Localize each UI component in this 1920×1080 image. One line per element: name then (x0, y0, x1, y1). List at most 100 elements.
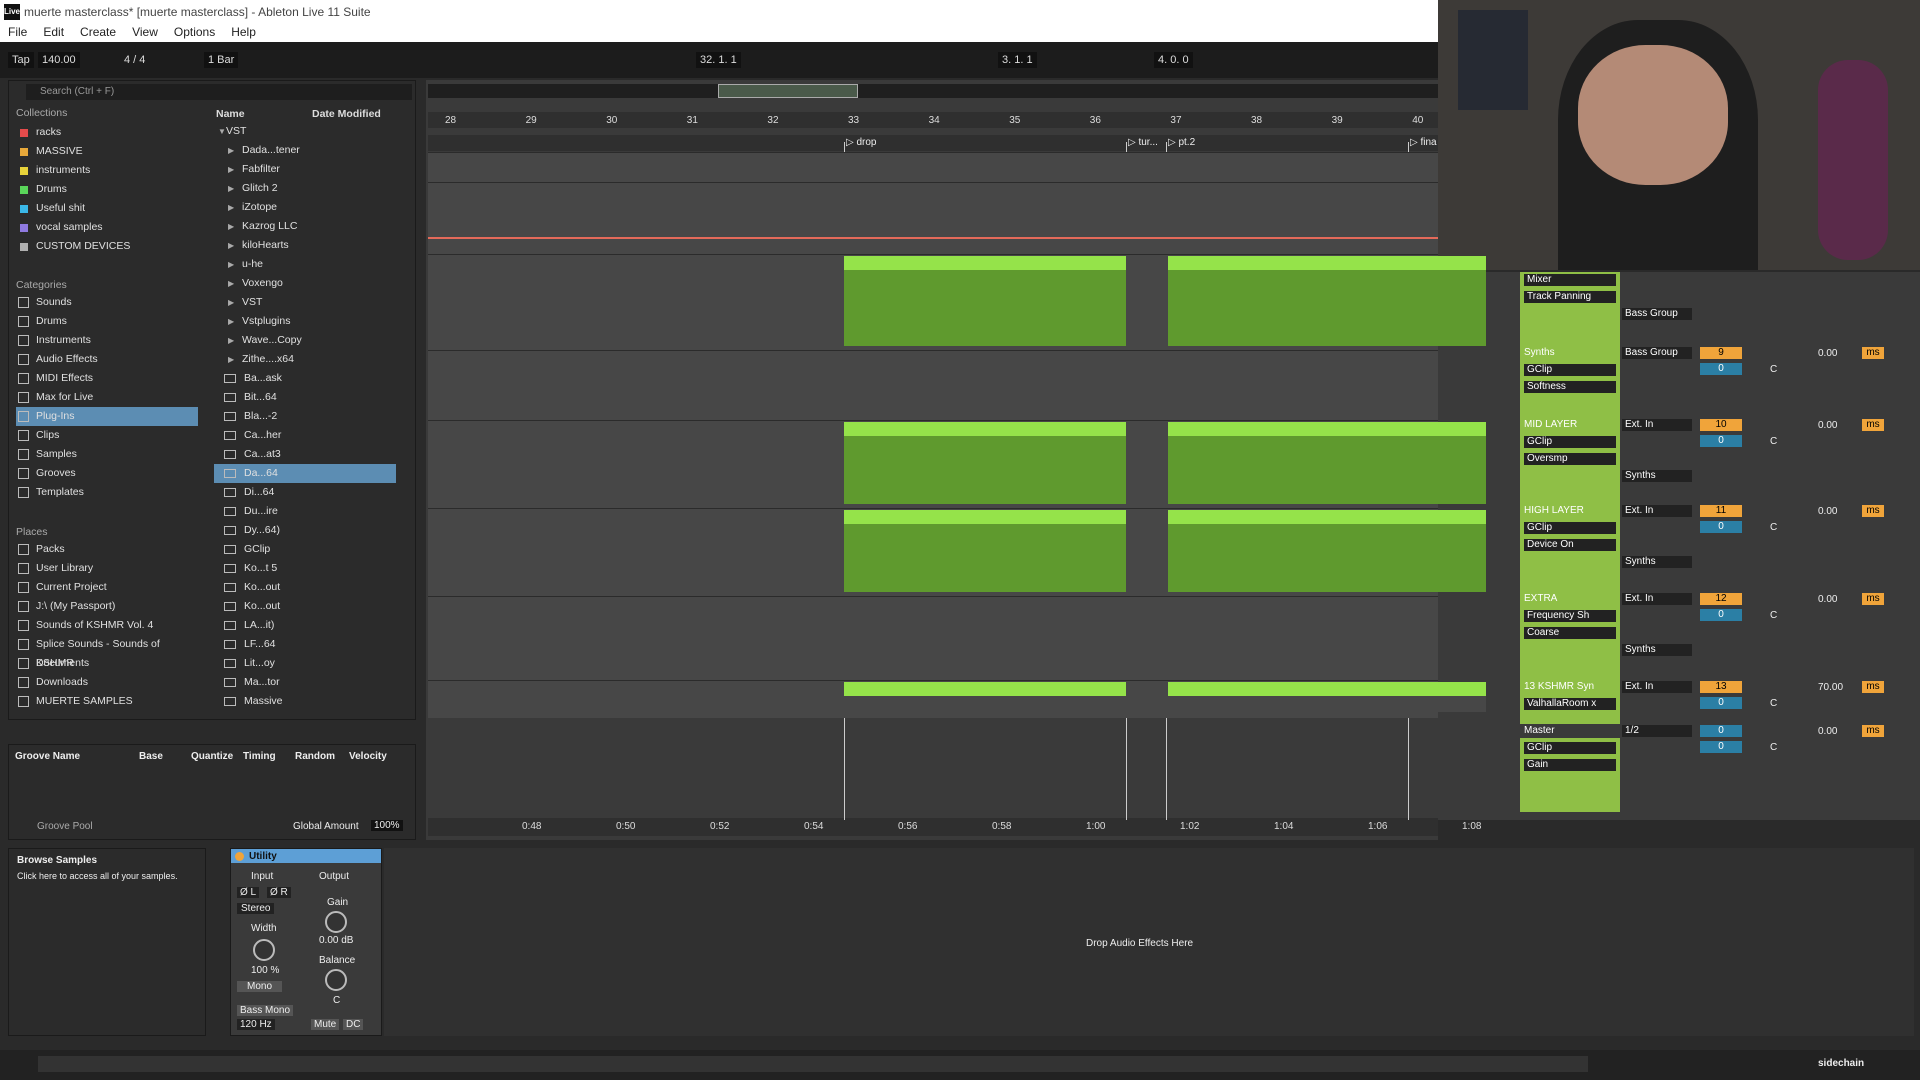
disclosure-icon[interactable]: ▶ (228, 331, 234, 350)
pan-field[interactable]: C (1770, 698, 1777, 709)
folder-item[interactable]: ▶ Dada...tener (214, 141, 396, 160)
loop-length-field[interactable]: 4. 0. 0 (1154, 52, 1193, 68)
track-activator[interactable]: 9 (1700, 347, 1742, 359)
collection-item[interactable]: racks (16, 123, 198, 142)
mixer-track-title[interactable]: MID LAYER (1520, 418, 1620, 432)
bass-mono-freq[interactable]: 120 Hz (237, 1019, 275, 1030)
browse-samples-panel[interactable]: Browse Samples Click here to access all … (8, 848, 206, 1036)
input-routing-menu[interactable]: Bass Group (1622, 347, 1692, 359)
mixer-track-title[interactable]: Master (1520, 724, 1620, 738)
category-item[interactable]: Clips (16, 426, 198, 445)
plugin-item[interactable]: Du...ire (214, 502, 396, 521)
plugin-item[interactable]: Ko...out (214, 578, 396, 597)
mixer-track-title[interactable]: 13 KSHMR Syn (1520, 680, 1620, 694)
volume-field[interactable]: 0 (1700, 435, 1742, 447)
track-delay-field[interactable]: 0.00 (1818, 420, 1837, 431)
overview-bar[interactable] (428, 84, 1438, 98)
pan-field[interactable]: C (1770, 436, 1777, 447)
input-routing-menu[interactable]: 1/2 (1622, 725, 1692, 737)
param-menu[interactable]: Gain (1524, 759, 1616, 771)
plugin-item[interactable]: Di...64 (214, 483, 396, 502)
folder-item[interactable]: ▶ kiloHearts (214, 236, 396, 255)
audio-clip[interactable] (1168, 256, 1486, 346)
place-item[interactable]: Packs (16, 540, 198, 559)
plugin-item[interactable]: Ma...tor (214, 673, 396, 692)
delay-unit-button[interactable]: ms (1862, 725, 1884, 737)
place-item[interactable]: MUERTE SAMPLES (16, 692, 198, 711)
output-routing-menu[interactable]: Synths (1622, 470, 1692, 482)
delay-unit-button[interactable]: ms (1862, 347, 1884, 359)
track-delay-field[interactable]: 0.00 (1818, 348, 1837, 359)
mixer-track-title[interactable]: Synths (1520, 346, 1620, 360)
device-menu[interactable]: GClip (1524, 364, 1616, 376)
dc-button[interactable]: DC (343, 1019, 364, 1030)
mixer-device-menu[interactable]: Mixer (1524, 274, 1616, 286)
plugin-item[interactable]: Bla...-2 (214, 407, 396, 426)
phase-right-button[interactable]: Ø R (267, 887, 291, 898)
plugin-item[interactable]: Ca...her (214, 426, 396, 445)
folder-item[interactable]: ▶ u-he (214, 255, 396, 274)
effects-drop-area[interactable]: Drop Audio Effects Here (384, 848, 1914, 1036)
folder-item[interactable]: ▶ Wave...Copy (214, 331, 396, 350)
collection-item[interactable]: vocal samples (16, 218, 198, 237)
audio-clip[interactable] (1168, 510, 1486, 592)
mixer-track-title[interactable]: EXTRA (1520, 592, 1620, 606)
pan-field[interactable]: C (1770, 610, 1777, 621)
param-menu[interactable]: Oversmp (1524, 453, 1616, 465)
width-knob[interactable] (253, 939, 275, 961)
category-item[interactable]: Grooves (16, 464, 198, 483)
audio-clip[interactable] (844, 510, 1126, 592)
menu-create[interactable]: Create (72, 24, 124, 39)
device-menu[interactable]: ValhallaRoom x (1524, 698, 1616, 710)
arrangement-track[interactable] (428, 596, 1438, 680)
plugin-item[interactable]: Lit...oy (214, 654, 396, 673)
date-column-header[interactable]: Date Modified (312, 108, 381, 120)
category-item[interactable]: MIDI Effects (16, 369, 198, 388)
audio-clip[interactable] (844, 256, 1126, 346)
track-activator[interactable]: 12 (1700, 593, 1742, 605)
device-menu[interactable]: Frequency Sh (1524, 610, 1616, 622)
input-routing-menu[interactable]: Ext. In (1622, 593, 1692, 605)
device-menu[interactable]: GClip (1524, 436, 1616, 448)
menu-file[interactable]: File (0, 24, 35, 39)
place-item[interactable]: Splice Sounds - Sounds of KSHMR (16, 635, 198, 669)
audio-clip[interactable] (844, 682, 1126, 712)
mono-button[interactable]: Mono (237, 981, 283, 992)
plugin-item[interactable]: Ko...out (214, 597, 396, 616)
folder-item[interactable]: ▶ Glitch 2 (214, 179, 396, 198)
disclosure-icon[interactable]: ▶ (228, 160, 234, 179)
device-menu[interactable]: GClip (1524, 522, 1616, 534)
track-activator[interactable]: 11 (1700, 505, 1742, 517)
folder-item[interactable]: ▶ Kazrog LLC (214, 217, 396, 236)
volume-field[interactable]: 0 (1700, 741, 1742, 753)
signature-field[interactable]: 4 / 4 (124, 52, 145, 68)
locator-2[interactable]: ▷ pt.2 (1168, 137, 1195, 148)
bass-mono-button[interactable]: Bass Mono (237, 1005, 294, 1016)
locator-0[interactable]: ▷ drop (846, 137, 876, 148)
disclosure-icon[interactable]: ▶ (228, 236, 234, 255)
output-routing-menu[interactable]: Bass Group (1622, 308, 1692, 320)
mixer-track-title[interactable]: HIGH LAYER (1520, 504, 1620, 518)
arrangement-track[interactable] (428, 182, 1438, 254)
delay-unit-button[interactable]: ms (1862, 419, 1884, 431)
track-panning-menu[interactable]: Track Panning (1524, 291, 1616, 303)
stereo-mode-menu[interactable]: Stereo (237, 903, 275, 914)
volume-field[interactable]: 0 (1700, 363, 1742, 375)
category-item[interactable]: Instruments (16, 331, 198, 350)
track-activator[interactable]: 0 (1700, 725, 1742, 737)
disclosure-icon[interactable]: ▶ (228, 179, 234, 198)
loop-start-field[interactable]: 3. 1. 1 (998, 52, 1037, 68)
plugin-item[interactable]: Massive (214, 692, 396, 711)
device-power-icon[interactable] (235, 852, 244, 861)
category-item[interactable]: Max for Live (16, 388, 198, 407)
menu-edit[interactable]: Edit (35, 24, 72, 39)
beat-ruler[interactable]: 28 29 30 31 32 33 34 35 36 37 38 39 40 (428, 112, 1438, 128)
category-item[interactable]: Plug-Ins (16, 407, 198, 426)
place-item[interactable]: J:\ (My Passport) (16, 597, 198, 616)
track-delay-field[interactable]: 0.00 (1818, 594, 1837, 605)
delay-unit-button[interactable]: ms (1862, 681, 1884, 693)
collection-item[interactable]: MASSIVE (16, 142, 198, 161)
pan-field[interactable]: C (1770, 742, 1777, 753)
collection-item[interactable]: Useful shit (16, 199, 198, 218)
balance-value[interactable]: C (333, 995, 340, 1006)
